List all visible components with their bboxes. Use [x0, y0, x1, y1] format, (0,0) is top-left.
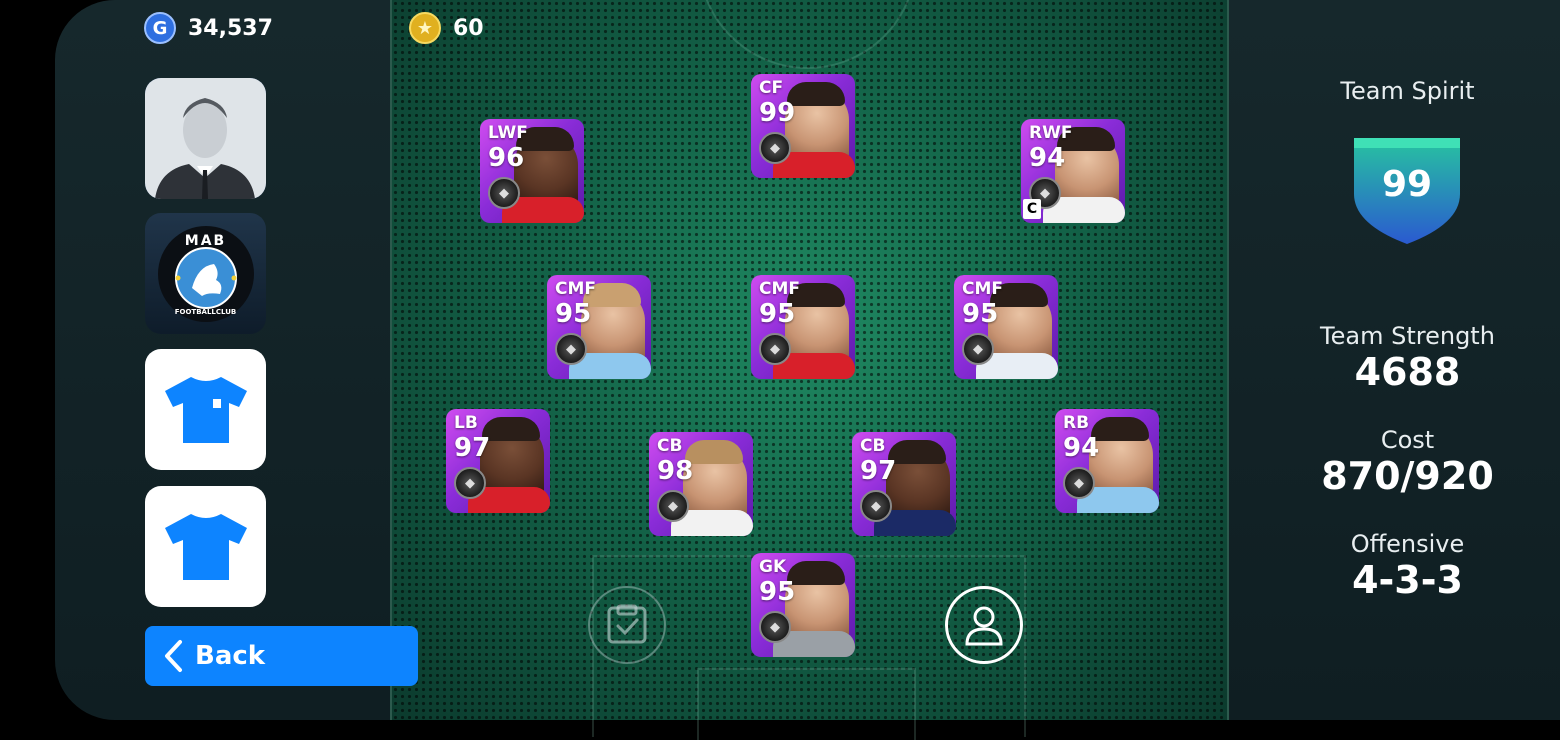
manager-button[interactable]	[145, 78, 266, 199]
gp-coin-icon: G	[144, 12, 176, 44]
player-skill-icon: ◆	[759, 611, 791, 643]
player-card-cmf-center[interactable]: CMF 95 ◆	[751, 275, 855, 379]
player-skill-icon: ◆	[1063, 467, 1095, 499]
gp-balance: G 34,537	[144, 12, 273, 44]
player-rating: 97	[860, 456, 897, 486]
player-rating: 96	[488, 143, 525, 173]
player-rating: 98	[657, 456, 694, 486]
cost-block: Cost 870/920	[1255, 426, 1560, 498]
player-position: CMF	[759, 279, 801, 299]
coin-balance: ★ 60	[409, 12, 484, 44]
team-strength-value: 4688	[1354, 350, 1461, 394]
emblem-bottom-text: FOOTBALLCLUB	[174, 308, 237, 316]
player-position: RWF	[1029, 123, 1073, 143]
team-strength-label: Team Strength	[1320, 322, 1495, 350]
center-circle	[698, 0, 917, 69]
away-kit-button[interactable]	[145, 486, 266, 607]
team-spirit-block: Team Spirit	[1255, 77, 1560, 105]
player-skill-icon: ◆	[759, 132, 791, 164]
player-position: CF	[759, 78, 784, 98]
team-spirit-label: Team Spirit	[1340, 77, 1475, 105]
captain-badge: C	[1023, 199, 1041, 219]
player-card-gk[interactable]: GK 95 ◆	[751, 553, 855, 657]
player-card-cmf-right[interactable]: CMF 95 ◆	[954, 275, 1058, 379]
cost-label: Cost	[1380, 426, 1435, 454]
team-spirit-value: 99	[1381, 164, 1433, 205]
gp-value: 34,537	[188, 15, 273, 41]
player-position: RB	[1063, 413, 1090, 433]
goal-box	[697, 668, 916, 740]
home-kit-button[interactable]	[145, 349, 266, 470]
player-skill-icon: ◆	[555, 333, 587, 365]
player-rating: 97	[454, 433, 491, 463]
star-coin-icon: ★	[409, 12, 441, 44]
player-skill-icon: ◆	[759, 333, 791, 365]
player-card-rb[interactable]: RB 94 ◆	[1055, 409, 1159, 513]
save-formation-button[interactable]	[588, 586, 666, 664]
coins-value: 60	[453, 15, 484, 41]
player-rating: 94	[1029, 143, 1066, 173]
player-skill-icon: ◆	[860, 490, 892, 522]
player-skill-icon: ◆	[657, 490, 689, 522]
person-icon	[965, 606, 1003, 646]
player-position: GK	[759, 557, 787, 577]
back-button[interactable]: Back	[145, 626, 418, 686]
player-position: LWF	[488, 123, 528, 143]
player-rating: 95	[962, 299, 999, 329]
player-skill-icon: ◆	[962, 333, 994, 365]
team-emblem-button[interactable]: MAB FOOTBALLCLUB	[145, 213, 266, 334]
cost-value: 870/920	[1321, 454, 1494, 498]
away-kit-icon	[164, 513, 247, 580]
playstyle-label: Offensive	[1350, 530, 1465, 558]
player-skill-icon: ◆	[488, 177, 520, 209]
player-rating: 94	[1063, 433, 1100, 463]
player-position: CMF	[555, 279, 597, 299]
player-position: LB	[454, 413, 478, 433]
player-rating: 95	[555, 299, 592, 329]
player-skill-icon: ◆	[454, 467, 486, 499]
player-card-rwf[interactable]: RWF 94 ◆ C	[1021, 119, 1125, 223]
team-spirit-shield: 99	[1352, 136, 1462, 246]
player-card-cmf-left[interactable]: CMF 95 ◆	[547, 275, 651, 379]
player-rating: 99	[759, 98, 796, 128]
player-profile-button[interactable]	[945, 586, 1023, 664]
home-kit-icon	[164, 376, 247, 443]
player-position: CB	[657, 436, 683, 456]
back-label: Back	[195, 641, 266, 671]
player-rating: 95	[759, 299, 796, 329]
emblem-top-text: MAB	[184, 233, 227, 249]
player-position: CMF	[962, 279, 1004, 299]
player-card-lwf[interactable]: LWF 96 ◆	[480, 119, 584, 223]
team-strength-block: Team Strength 4688	[1255, 322, 1560, 394]
chevron-left-icon	[165, 640, 182, 672]
player-card-cf[interactable]: CF 99 ◆	[751, 74, 855, 178]
save-clipboard-icon	[607, 604, 647, 644]
player-rating: 95	[759, 577, 796, 607]
player-card-cb-left[interactable]: CB 98 ◆	[649, 432, 753, 536]
player-position: CB	[860, 436, 886, 456]
formation-value: 4-3-3	[1352, 558, 1463, 602]
player-card-lb[interactable]: LB 97 ◆	[446, 409, 550, 513]
player-card-cb-right[interactable]: CB 97 ◆	[852, 432, 956, 536]
manager-avatar-icon	[145, 78, 266, 199]
formation-block: Offensive 4-3-3	[1255, 530, 1560, 602]
